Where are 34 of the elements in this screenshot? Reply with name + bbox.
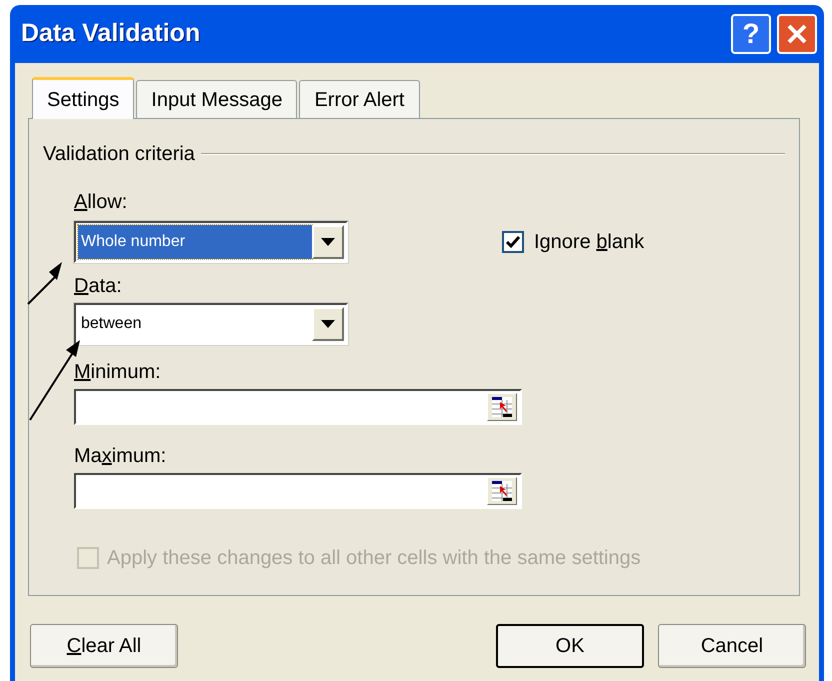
field-label: Allow:	[74, 190, 128, 215]
combo-value: Whole number	[78, 225, 312, 259]
dropdown-button[interactable]	[312, 225, 344, 259]
field-label: Data:	[74, 274, 122, 299]
grid-icon	[491, 396, 513, 418]
window-title: Data Validation	[21, 18, 200, 50]
grid-icon	[491, 480, 513, 502]
dropdown-button[interactable]	[312, 307, 344, 341]
range-picker-button[interactable]	[487, 477, 517, 505]
checkbox-label: Apply these changes to all other cells with the same settings	[107, 546, 641, 571]
caret-icon	[321, 320, 335, 328]
field-label: Minimum:	[74, 360, 161, 385]
allow-dropdown[interactable]: Whole number	[74, 221, 348, 263]
dialog-button[interactable]: Cancel	[658, 624, 806, 668]
range-picker-button[interactable]	[487, 393, 517, 421]
maximum-field[interactable]	[74, 473, 522, 509]
dialog-button[interactable]: Clear All	[30, 624, 178, 668]
checkbox[interactable]	[502, 231, 524, 253]
group-title: Validation criteria	[43, 142, 195, 167]
tab[interactable]: Settings	[32, 77, 134, 119]
close-button[interactable]	[777, 14, 817, 54]
tab[interactable]: Input Message	[136, 80, 298, 118]
combo-value: between	[80, 314, 142, 334]
field-label: Maximum:	[74, 444, 166, 469]
tab[interactable]: Error Alert	[299, 80, 420, 118]
help-button[interactable]: ?	[731, 14, 771, 54]
caret-icon	[321, 238, 335, 246]
check-icon	[506, 235, 520, 249]
dialog-button[interactable]: OK	[496, 624, 644, 668]
pointer-arrow	[27, 262, 62, 305]
checkbox-label: Ignore blank	[534, 230, 644, 255]
close-icon	[786, 23, 808, 45]
data-dropdown[interactable]: between	[74, 303, 348, 345]
minimum-field[interactable]	[74, 389, 522, 425]
